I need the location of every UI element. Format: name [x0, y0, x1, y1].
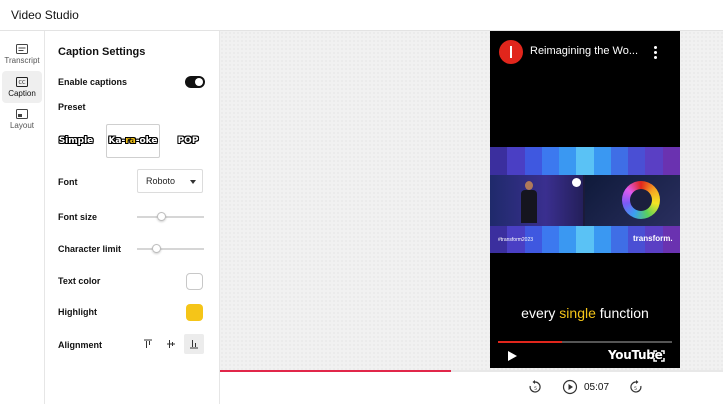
playback-controls: 5 05:07 5	[220, 372, 723, 404]
svg-text:CC: CC	[19, 80, 26, 86]
top-color-band	[490, 147, 680, 175]
rail-item-layout[interactable]: Layout	[2, 103, 42, 135]
speaker-scene	[490, 175, 583, 226]
player-progress-bar[interactable]	[498, 341, 672, 343]
player-progress-fill	[498, 341, 563, 343]
preset-simple-text: Simple	[58, 136, 94, 146]
preset-karaoke-part-2: ra	[125, 136, 136, 146]
color-wheel-graphic	[622, 181, 660, 219]
caption-text-highlight: single	[559, 305, 596, 321]
player-play-button[interactable]	[506, 349, 518, 361]
character-limit-slider[interactable]	[137, 244, 204, 254]
play-circle-icon	[562, 379, 578, 395]
preset-simple[interactable]: Simple	[54, 124, 98, 158]
character-limit-slider-thumb[interactable]	[152, 244, 161, 253]
font-size-slider-thumb[interactable]	[157, 212, 166, 221]
enable-captions-toggle[interactable]	[185, 76, 205, 88]
align-bottom-button[interactable]	[184, 334, 204, 354]
text-color-swatch[interactable]	[186, 273, 203, 290]
channel-logo[interactable]	[499, 40, 523, 64]
video-studio-app: Video Studio Transcript CC Caption Layou…	[0, 0, 723, 404]
forward-icon: 5	[630, 380, 642, 393]
rail-item-caption-label: Caption	[8, 88, 36, 98]
app-title: Video Studio	[11, 8, 79, 22]
caption-text-before: every	[521, 305, 560, 321]
font-label: Font	[58, 177, 78, 187]
chevron-down-icon	[190, 180, 196, 184]
video-title[interactable]: Reimagining the Wo...	[530, 45, 648, 57]
layout-icon	[16, 108, 28, 119]
rewind-icon: 5	[529, 380, 541, 393]
highlight-label: Highlight	[58, 307, 97, 317]
side-rail: Transcript CC Caption Layout	[0, 31, 45, 404]
preset-karaoke[interactable]: Ka-ra -oke	[106, 124, 160, 158]
current-time: 05:07	[584, 382, 610, 393]
character-limit-label: Character limit	[58, 244, 122, 254]
rail-item-caption[interactable]: CC Caption	[2, 71, 42, 103]
svg-text:5: 5	[534, 386, 537, 392]
font-size-slider[interactable]	[137, 212, 204, 222]
character-limit-slider-track	[137, 248, 204, 250]
app-header: Video Studio	[0, 0, 723, 31]
rewind-button[interactable]: 5	[527, 379, 543, 395]
slide-scene	[585, 175, 680, 226]
svg-text:5: 5	[634, 386, 637, 392]
align-middle-button[interactable]	[161, 334, 181, 354]
caption-preview: every single function	[490, 305, 680, 321]
more-options-icon[interactable]	[650, 45, 660, 59]
video-frame: #transform2023 transform.	[490, 147, 680, 253]
enable-captions-label: Enable captions	[58, 77, 128, 87]
preset-karaoke-part-1: Ka-	[108, 136, 126, 146]
transcript-icon	[16, 43, 28, 54]
highlight-color-swatch[interactable]	[186, 304, 203, 321]
font-select-value: Roboto	[146, 176, 176, 186]
font-select[interactable]: Roboto	[137, 169, 203, 193]
alignment-label: Alignment	[58, 340, 102, 350]
frame-brand-text: transform.	[633, 234, 673, 243]
align-bottom-icon	[190, 340, 198, 349]
panel-title: Caption Settings	[58, 46, 146, 58]
event-badge	[572, 178, 581, 187]
font-size-label: Font size	[58, 212, 98, 222]
rail-item-layout-label: Layout	[9, 120, 35, 130]
font-size-slider-track	[137, 216, 204, 218]
fullscreen-icon	[653, 350, 665, 362]
align-top-button[interactable]	[138, 334, 158, 354]
frame-hashtag: #transform2023	[498, 237, 534, 243]
forward-button[interactable]: 5	[628, 379, 644, 395]
closed-caption-icon: CC	[16, 76, 28, 87]
preset-pop-text: POP	[177, 136, 199, 146]
speaker-figure	[520, 181, 538, 223]
play-icon	[508, 351, 517, 361]
preset-pop[interactable]: POP	[168, 124, 208, 158]
rail-item-transcript[interactable]: Transcript	[2, 38, 42, 70]
preset-karaoke-part-3: -oke	[135, 136, 158, 146]
play-button[interactable]	[562, 379, 578, 395]
video-player[interactable]: Reimagining the Wo... #transform2023 tra…	[490, 31, 680, 368]
rail-item-transcript-label: Transcript	[4, 55, 40, 65]
align-middle-icon	[167, 340, 175, 348]
align-top-icon	[144, 339, 152, 348]
caption-text-after: function	[595, 305, 649, 321]
preset-label: Preset	[58, 102, 86, 112]
text-color-label: Text color	[58, 276, 101, 286]
fullscreen-button[interactable]	[653, 349, 665, 362]
caption-settings-panel: Caption Settings Enable captions Preset …	[45, 31, 220, 404]
